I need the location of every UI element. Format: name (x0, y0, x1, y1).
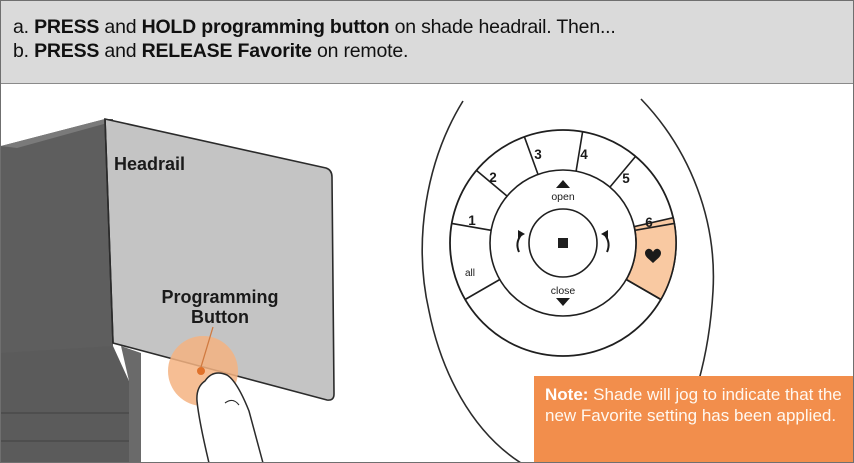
channel-5-button[interactable]: 5 (622, 171, 630, 186)
step-a-prefix: a. (13, 16, 35, 38)
close-button[interactable]: close (551, 285, 576, 297)
instruction-panel: a. PRESS and HOLD programming button on … (0, 0, 854, 463)
open-button[interactable]: open (551, 191, 575, 203)
note-box: Note: Shade will jog to indicate that th… (534, 376, 853, 462)
instruction-header: a. PRESS and HOLD programming button on … (1, 1, 853, 84)
step-a: a. PRESS and HOLD programming button on … (13, 15, 853, 39)
channel-2-button[interactable]: 2 (489, 170, 497, 185)
step-b-rest: on remote. (311, 40, 409, 62)
programming-button[interactable] (197, 367, 205, 375)
note-label: Note: (545, 385, 589, 404)
headrail-body (1, 119, 113, 353)
step-b-action-press: PRESS (34, 40, 100, 62)
headrail-label: Headrail (114, 154, 185, 174)
stop-icon (558, 238, 568, 248)
step-b: b. PRESS and RELEASE Favorite on remote. (13, 39, 853, 63)
note-text: Shade will jog to indicate that the new … (545, 385, 842, 425)
step-b-prefix: b. (13, 40, 35, 62)
all-button[interactable]: all (465, 268, 475, 279)
programming-button-label-line2: Button (191, 307, 249, 327)
channel-3-button[interactable]: 3 (534, 147, 542, 162)
step-b-connector: and (99, 40, 142, 62)
pointing-finger (196, 372, 264, 462)
channel-4-button[interactable]: 4 (580, 147, 588, 162)
step-a-connector: and (99, 16, 142, 38)
step-a-rest: on shade headrail. Then... (389, 16, 616, 38)
step-b-action-release: RELEASE Favorite (141, 40, 312, 62)
channel-6-button[interactable]: 6 (645, 215, 653, 230)
channel-1-button[interactable]: 1 (468, 213, 476, 228)
programming-button-label-line1: Programming (161, 287, 278, 307)
step-a-action-hold: HOLD programming button (141, 16, 390, 38)
headrail-lower (1, 346, 129, 462)
step-a-action-press: PRESS (34, 16, 100, 38)
